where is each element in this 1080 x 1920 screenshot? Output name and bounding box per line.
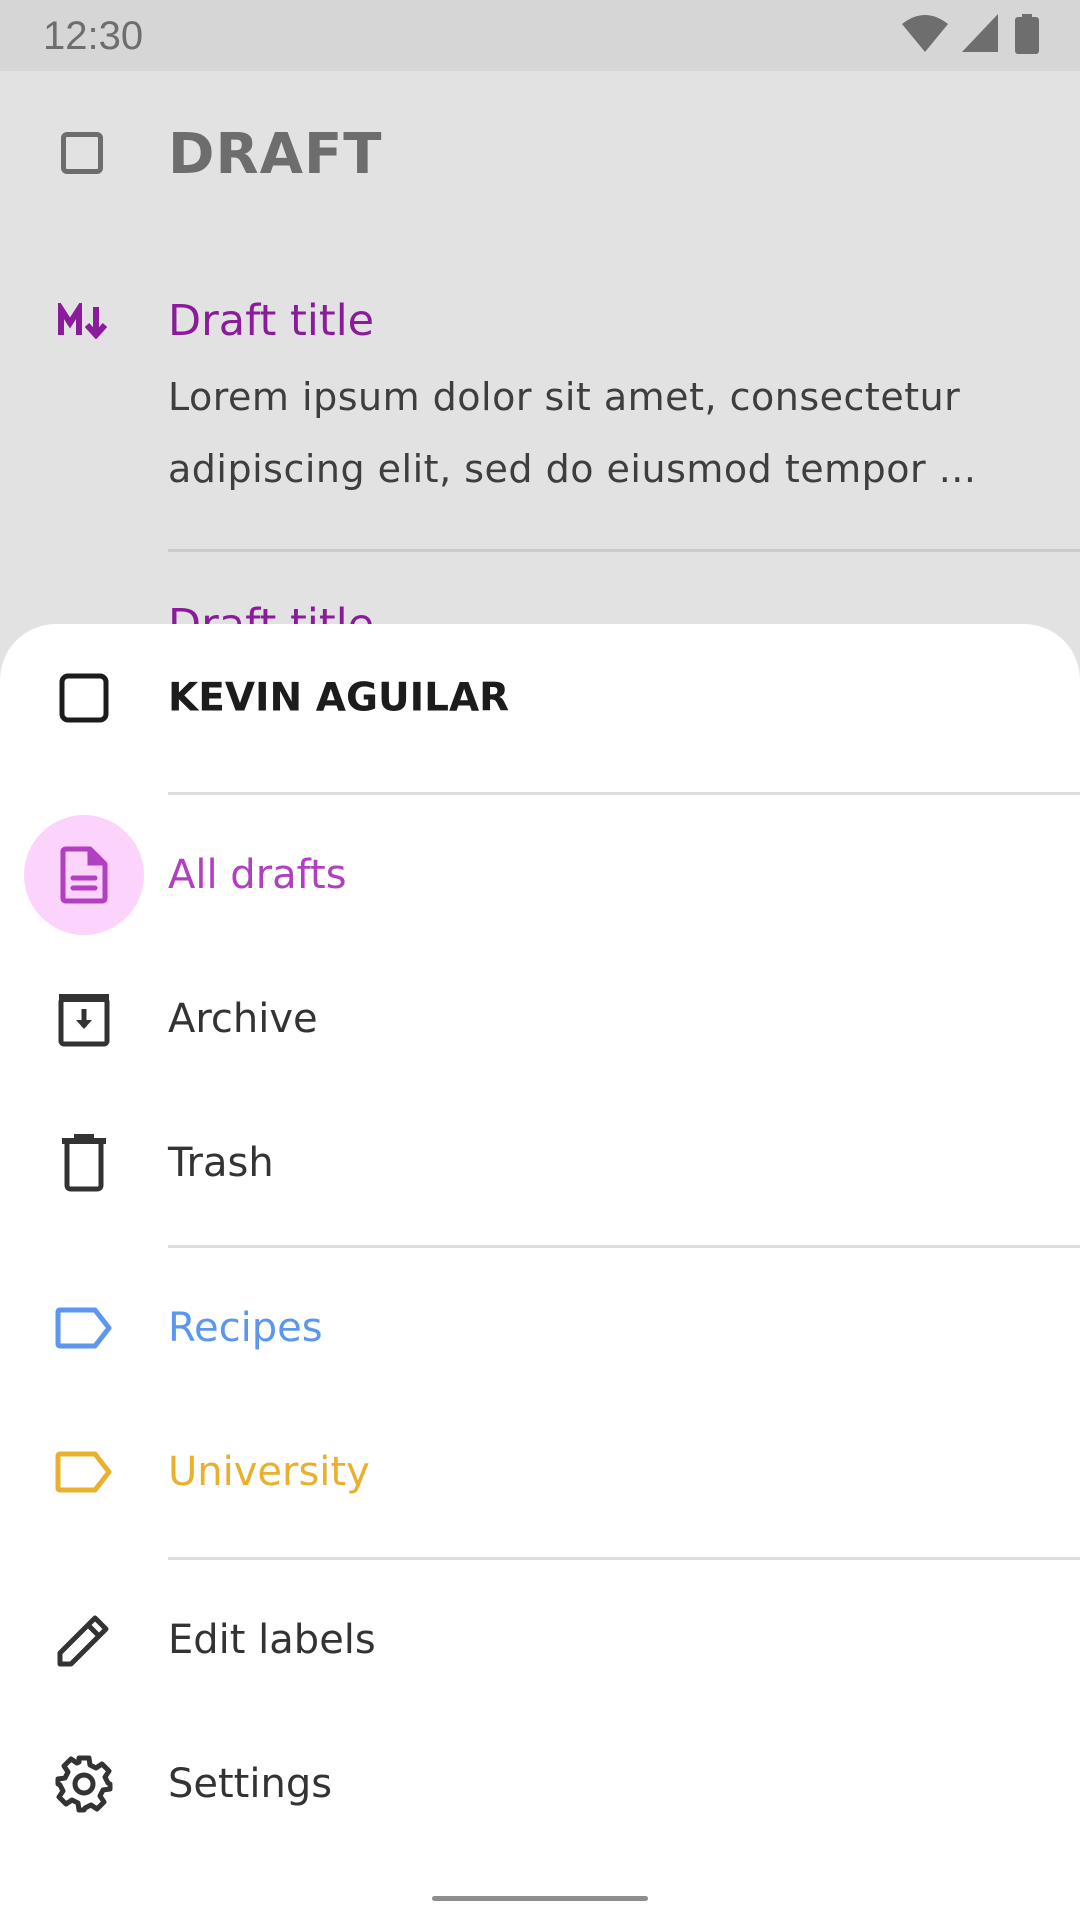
account-name: KEVIN AGUILAR	[168, 675, 510, 721]
account-checkbox-icon	[51, 665, 117, 731]
drawer-item-trash[interactable]: Trash	[0, 1091, 1080, 1235]
drawer-label-university[interactable]: University	[0, 1400, 1080, 1544]
divider	[168, 1245, 1080, 1248]
status-icons	[902, 14, 1040, 54]
label-icon	[51, 1439, 117, 1505]
status-bar: 12:30	[0, 0, 1080, 71]
drawer-item-all-drafts[interactable]: All drafts	[0, 803, 1080, 947]
cellular-signal-icon	[962, 14, 998, 52]
draft-title[interactable]: Draft title	[168, 293, 374, 349]
screen: 12:30 DRAFT Draft title Lorem ipsum dolo…	[0, 0, 1080, 1920]
account-row[interactable]: KEVIN AGUILAR	[0, 626, 1080, 770]
page-title: DRAFT	[168, 122, 383, 187]
drawer-item-label: Archive	[168, 996, 318, 1042]
battery-icon	[1015, 14, 1039, 54]
draft-preview[interactable]: Lorem ipsum dolor sit amet, consectetur …	[168, 361, 1048, 505]
divider	[168, 792, 1080, 795]
drawer-item-label: University	[168, 1449, 370, 1495]
wifi-icon	[902, 15, 948, 52]
archive-icon	[51, 986, 117, 1052]
drawer-item-edit-labels[interactable]: Edit labels	[0, 1568, 1080, 1712]
drawer-item-label: Recipes	[168, 1305, 323, 1351]
background-draft-list: DRAFT Draft title Lorem ipsum dolor sit …	[0, 71, 1080, 650]
gesture-nav-handle[interactable]	[432, 1896, 648, 1901]
drawer-item-archive[interactable]: Archive	[0, 947, 1080, 1091]
navigation-drawer: KEVIN AGUILAR All drafts Archive Trash R…	[0, 624, 1080, 1920]
divider	[168, 1557, 1080, 1560]
drawer-item-label: Settings	[168, 1761, 333, 1807]
label-icon	[51, 1295, 117, 1361]
pencil-icon	[51, 1607, 117, 1673]
divider	[168, 549, 1080, 552]
document-icon	[51, 842, 117, 908]
status-time: 12:30	[43, 14, 144, 58]
drawer-item-label: Edit labels	[168, 1617, 376, 1663]
gear-icon	[51, 1751, 117, 1817]
drawer-item-label: Trash	[168, 1140, 274, 1186]
markdown-icon	[58, 303, 108, 339]
trash-icon	[51, 1130, 117, 1196]
drawer-label-recipes[interactable]: Recipes	[0, 1256, 1080, 1400]
drawer-item-label: All drafts	[168, 852, 347, 898]
select-all-checkbox[interactable]	[61, 132, 103, 174]
drawer-item-settings[interactable]: Settings	[0, 1712, 1080, 1856]
